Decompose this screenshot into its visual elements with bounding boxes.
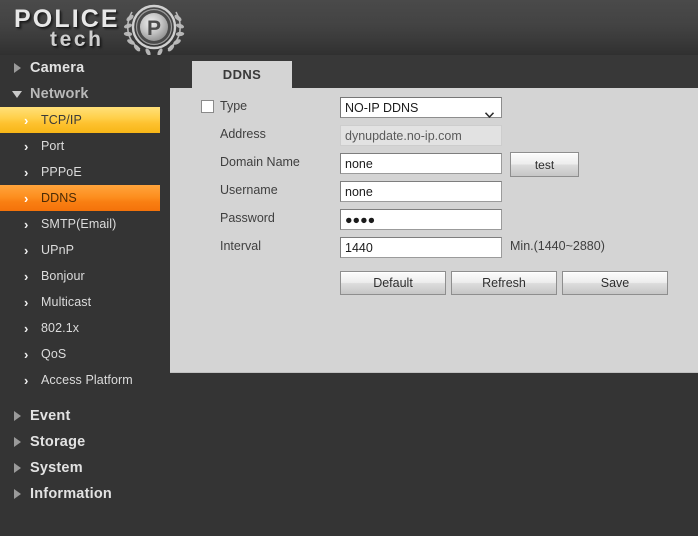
sidebar-item-label: Access Platform <box>41 373 133 387</box>
chevron-right-icon: › <box>24 372 29 388</box>
test-button[interactable]: test <box>510 152 579 177</box>
chevron-right-icon: › <box>24 164 29 180</box>
chevron-right-icon: › <box>24 190 29 206</box>
chevron-right-icon: › <box>24 346 29 362</box>
brand-wordmark: POLICE tech <box>14 3 138 53</box>
type-enable-checkbox[interactable] <box>201 100 214 113</box>
chevron-right-icon: › <box>24 320 29 336</box>
address-label: Address <box>220 127 266 141</box>
caret-right-icon <box>12 436 24 448</box>
domain-name-label: Domain Name <box>220 155 300 169</box>
sidebar-item-upnp[interactable]: › UPnP <box>0 237 160 263</box>
tab-label: DDNS <box>222 67 262 82</box>
chevron-right-icon: › <box>24 268 29 284</box>
sidebar-item-label: PPPoE <box>41 165 82 179</box>
content-area: DDNS Type NO-IP DDNS Address Do <box>170 55 698 536</box>
type-select-wrapper: NO-IP DDNS <box>340 97 502 119</box>
chevron-right-icon: › <box>24 138 29 154</box>
username-input[interactable] <box>340 181 502 202</box>
sidebar-item-label: Multicast <box>41 295 92 309</box>
sidebar-item-label: UPnP <box>41 243 75 257</box>
chevron-right-icon: › <box>24 242 29 258</box>
sidebar-group-system[interactable]: System <box>0 455 83 481</box>
sidebar-item-ddns[interactable]: › DDNS <box>0 185 160 211</box>
caret-right-icon <box>12 410 24 422</box>
sidebar-item-label: Bonjour <box>41 269 85 283</box>
sidebar-item-label: 802.1x <box>41 321 80 335</box>
sidebar-navigation: Camera Network › TCP/IP › Port › PPPoE ›… <box>0 55 170 536</box>
chevron-right-icon: › <box>24 294 29 310</box>
brand-logo: POLICE tech P <box>14 2 185 55</box>
caret-right-icon <box>12 462 24 474</box>
sidebar-item-label: TCP/IP <box>41 113 82 127</box>
sidebar-item-smtp[interactable]: › SMTP(Email) <box>0 211 160 237</box>
sidebar-group-network[interactable]: Network <box>0 81 89 107</box>
sidebar-item-qos[interactable]: › QoS <box>0 341 160 367</box>
interval-label: Interval <box>220 239 261 253</box>
tab-bar: DDNS <box>170 55 698 88</box>
caret-right-icon <box>12 62 24 74</box>
chevron-right-icon: › <box>24 216 29 232</box>
brand-line-tech: tech <box>50 28 104 51</box>
address-input <box>340 125 502 146</box>
sidebar-group-label: Event <box>30 408 71 424</box>
sidebar-group-camera[interactable]: Camera <box>0 55 84 81</box>
caret-down-icon <box>12 88 24 100</box>
laurel-wreath-p-badge-icon: P <box>122 2 186 55</box>
type-label: Type <box>220 99 248 113</box>
sidebar-item-label: Port <box>41 139 65 153</box>
sidebar-item-tcpip[interactable]: › TCP/IP <box>0 107 160 133</box>
sidebar-item-label: SMTP(Email) <box>41 217 117 231</box>
svg-text:P: P <box>147 17 161 40</box>
sidebar-group-label: Network <box>30 86 89 102</box>
sidebar-group-label: Information <box>30 486 112 502</box>
sidebar-item-8021x[interactable]: › 802.1x <box>0 315 160 341</box>
sidebar-group-storage[interactable]: Storage <box>0 429 85 455</box>
domain-name-input[interactable] <box>340 153 502 174</box>
sidebar-item-pppoe[interactable]: › PPPoE <box>0 159 160 185</box>
sidebar-group-label: Camera <box>30 60 85 76</box>
ddns-configuration-page: POLICE tech P Camera Network › TCP/IP › … <box>0 0 698 536</box>
sidebar-item-label: DDNS <box>41 191 77 205</box>
caret-right-icon <box>12 488 24 500</box>
sidebar-item-label: QoS <box>41 347 67 361</box>
username-label: Username <box>220 183 278 197</box>
chevron-right-icon: › <box>24 112 29 128</box>
sidebar-group-label: Storage <box>30 434 86 450</box>
sidebar-item-bonjour[interactable]: › Bonjour <box>0 263 160 289</box>
sidebar-item-multicast[interactable]: › Multicast <box>0 289 160 315</box>
interval-hint: Min.(1440~2880) <box>510 239 605 253</box>
sidebar-item-access-platform[interactable]: › Access Platform <box>0 367 160 393</box>
sidebar-item-port[interactable]: › Port <box>0 133 160 159</box>
sidebar-group-event[interactable]: Event <box>0 403 71 429</box>
default-button[interactable]: Default <box>340 271 446 295</box>
sidebar-group-information[interactable]: Information <box>0 481 112 507</box>
save-button[interactable]: Save <box>562 271 668 295</box>
sidebar-group-label: System <box>30 460 83 476</box>
interval-input[interactable] <box>340 237 502 258</box>
type-select[interactable]: NO-IP DDNS <box>340 97 502 118</box>
ddns-settings-panel: Type NO-IP DDNS Address Domain Name test… <box>170 88 698 373</box>
password-input[interactable] <box>340 209 502 230</box>
password-label: Password <box>220 211 275 225</box>
app-header: POLICE tech P <box>0 0 698 55</box>
tab-ddns[interactable]: DDNS <box>192 61 292 88</box>
refresh-button[interactable]: Refresh <box>451 271 557 295</box>
